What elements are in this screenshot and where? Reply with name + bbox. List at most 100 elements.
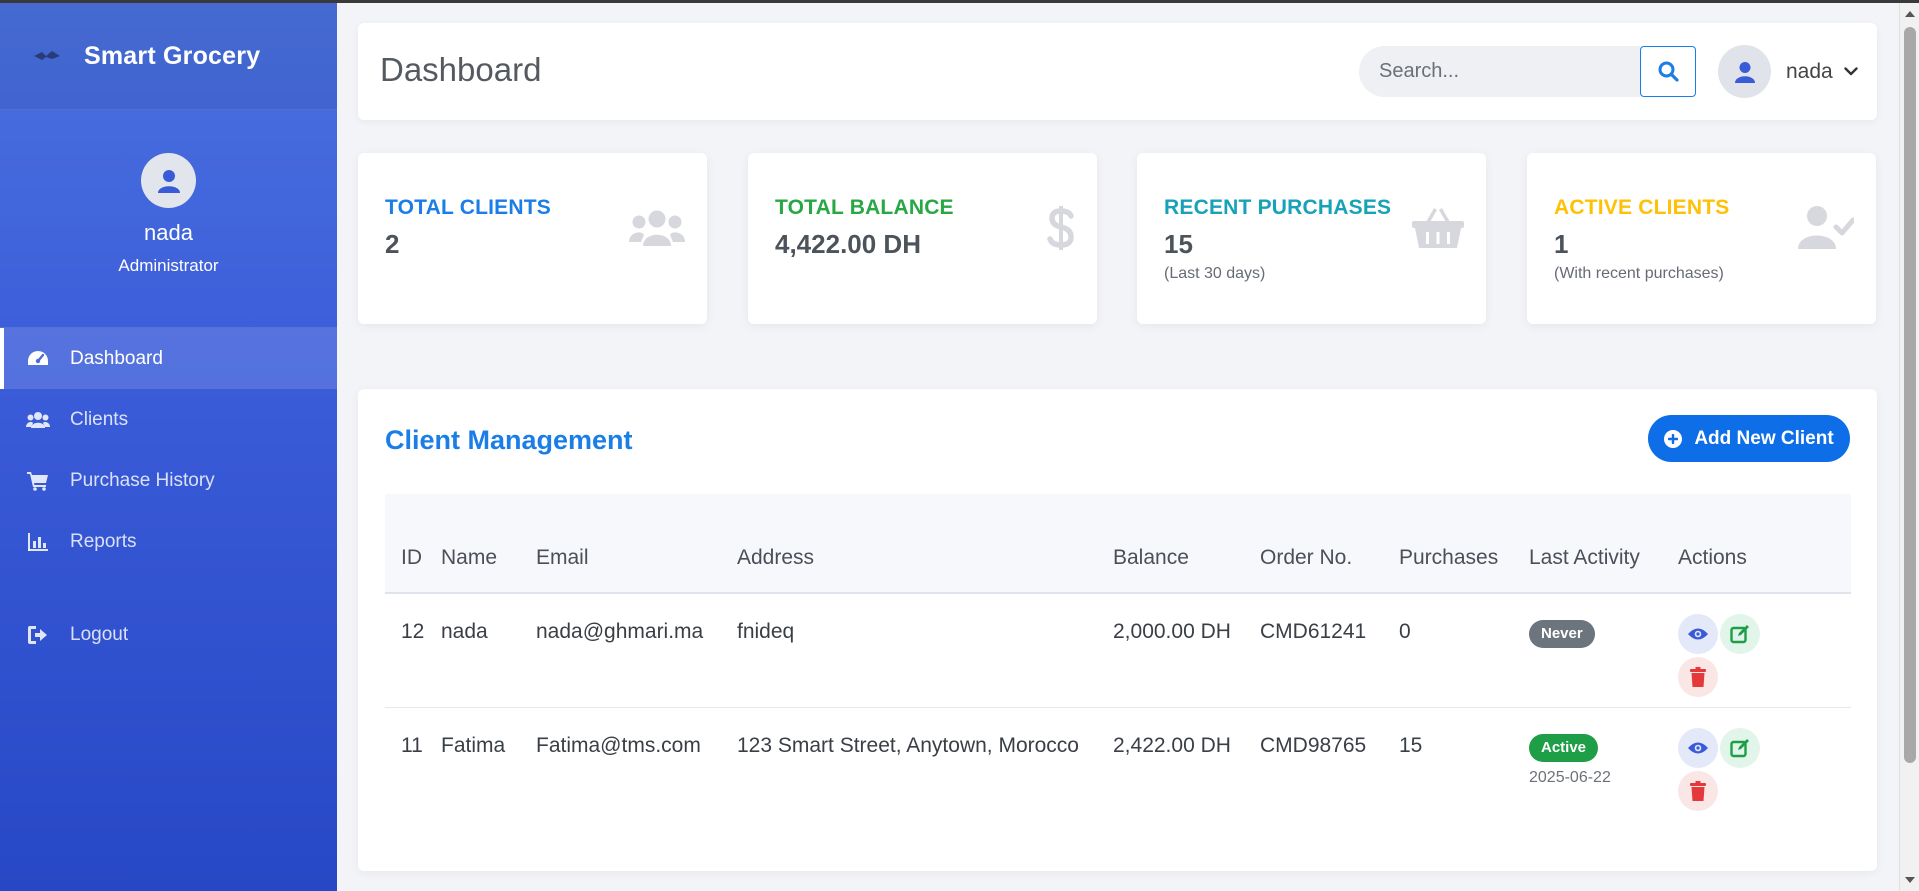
- column-header-purchases[interactable]: Purchases: [1399, 494, 1529, 594]
- sidebar-item-clients[interactable]: Clients: [0, 389, 337, 450]
- cell-id: 12: [385, 593, 441, 708]
- column-header-id[interactable]: ID: [385, 494, 441, 594]
- stat-card-total-balance: TOTAL BALANCE 4,422.00 DH: [748, 153, 1097, 324]
- cell-id: 11: [401, 733, 423, 757]
- chevron-down-icon: [1844, 67, 1858, 76]
- logo-icon: [30, 46, 64, 66]
- tachometer-icon: [26, 348, 50, 370]
- column-header-last-activity[interactable]: Last Activity: [1529, 494, 1678, 594]
- page-title: Dashboard: [380, 51, 542, 88]
- column-header-name[interactable]: Name: [441, 494, 536, 594]
- profile-role: Administrator: [118, 256, 219, 275]
- column-header-balance[interactable]: Balance: [1113, 494, 1260, 594]
- brand[interactable]: Smart Grocery: [0, 3, 337, 110]
- search-input[interactable]: [1359, 46, 1641, 97]
- brand-title: Smart Grocery: [84, 41, 261, 70]
- view-button[interactable]: [1678, 727, 1718, 768]
- trash-icon: [1690, 780, 1706, 801]
- stat-card-active-clients: ACTIVE CLIENTS 1 (With recent purchases): [1527, 153, 1876, 324]
- users-icon: [26, 409, 50, 431]
- clients-table: ID Name Email Address Balance Order No. …: [385, 494, 1851, 819]
- bar-chart-icon: [26, 531, 50, 553]
- cell-name: nada: [441, 593, 536, 708]
- stat-value: 1: [1554, 229, 1569, 259]
- page-scrollbar[interactable]: [1899, 3, 1919, 891]
- delete-button[interactable]: [1678, 770, 1718, 811]
- stat-card-recent-purchases: RECENT PURCHASES 15 (Last 30 days): [1137, 153, 1486, 324]
- column-header-actions: Actions: [1678, 494, 1851, 594]
- sidebar-item-label: Purchase History: [70, 469, 215, 491]
- last-activity-date: 2025-06-22: [1529, 768, 1611, 786]
- eye-icon: [1688, 628, 1708, 640]
- sidebar-item-label: Dashboard: [70, 347, 163, 369]
- sidebar-item-reports[interactable]: Reports: [0, 511, 337, 572]
- edit-button[interactable]: [1720, 614, 1760, 654]
- sidebar-profile: nada Administrator: [0, 110, 337, 328]
- column-header-email[interactable]: Email: [536, 494, 737, 594]
- search-button[interactable]: [1640, 46, 1696, 97]
- column-header-order-no[interactable]: Order No.: [1260, 494, 1399, 594]
- sidebar-item-logout[interactable]: Logout: [0, 604, 337, 665]
- add-new-client-button[interactable]: Add New Client: [1648, 415, 1850, 462]
- scroll-up-arrow-icon[interactable]: [1905, 11, 1915, 17]
- sidebar-nav: Dashboard Clients Purchase History Repor…: [0, 328, 337, 665]
- sidebar-item-label: Clients: [70, 408, 129, 430]
- trash-icon: [1690, 667, 1706, 687]
- search-icon: [1658, 61, 1679, 82]
- delete-button[interactable]: [1678, 657, 1718, 697]
- sidebar-item-purchase-history[interactable]: Purchase History: [0, 450, 337, 511]
- cell-purchases: 0: [1399, 593, 1529, 708]
- cell-order-no: CMD61241: [1260, 593, 1399, 708]
- table-header-row: ID Name Email Address Balance Order No. …: [385, 494, 1851, 594]
- stat-label: ACTIVE CLIENTS: [1554, 196, 1730, 219]
- cell-balance: 2,000.00 DH: [1113, 593, 1260, 708]
- status-badge: Active: [1529, 733, 1599, 762]
- sidebar: Smart Grocery nada Administrator Dashboa…: [0, 3, 337, 891]
- stat-label: RECENT PURCHASES: [1164, 196, 1392, 219]
- view-button[interactable]: [1678, 614, 1718, 654]
- cell-last-activity: Active 2025-06-22: [1529, 707, 1678, 819]
- stat-value: 2: [385, 229, 400, 259]
- stat-value: 15: [1164, 229, 1193, 259]
- shopping-cart-icon: [26, 470, 50, 492]
- avatar: [141, 153, 196, 208]
- cell-actions: [1678, 593, 1851, 708]
- stat-label: TOTAL BALANCE: [775, 196, 954, 219]
- cell-last-activity: Never: [1529, 593, 1678, 708]
- user-icon: [157, 169, 180, 193]
- table-row: 12 nada nada@ghmari.ma fnideq 2,000.00 D…: [385, 593, 1851, 708]
- scrollbar-thumb[interactable]: [1904, 27, 1916, 763]
- user-menu[interactable]: nada: [1718, 44, 1858, 99]
- edit-icon: [1730, 625, 1749, 644]
- window-top-border: [0, 0, 1919, 3]
- cell-email: nada@ghmari.ma: [536, 593, 737, 708]
- cell-email: Fatima@tms.com: [536, 733, 701, 757]
- sidebar-item-dashboard[interactable]: Dashboard: [0, 328, 337, 389]
- sidebar-item-label: Reports: [70, 530, 137, 552]
- stat-value: 4,422.00 DH: [775, 229, 921, 259]
- add-button-label: Add New Client: [1694, 427, 1834, 449]
- section-title: Client Management: [385, 425, 633, 455]
- status-badge: Never: [1529, 620, 1595, 648]
- basket-icon: [1404, 203, 1464, 253]
- top-header: Dashboard nada: [358, 23, 1877, 120]
- client-management-panel: Client Management Add New Client ID Name…: [358, 389, 1877, 871]
- user-name: nada: [1786, 59, 1833, 83]
- avatar: [1718, 45, 1771, 98]
- edit-icon: [1730, 738, 1749, 757]
- column-header-address[interactable]: Address: [737, 494, 1113, 594]
- cell-purchases: 15: [1399, 733, 1423, 757]
- stat-subtext: (Last 30 days): [1164, 265, 1266, 282]
- cell-balance: 2,422.00 DH: [1113, 733, 1231, 757]
- users-icon: [625, 203, 685, 253]
- sign-out-icon: [26, 624, 50, 646]
- table-row: 11 Fatima Fatima@tms.com 123 Smart Stree…: [385, 707, 1851, 819]
- profile-name: nada: [144, 220, 193, 245]
- stat-card-total-clients: TOTAL CLIENTS 2: [358, 153, 707, 324]
- cell-name: Fatima: [441, 733, 506, 757]
- user-check-icon: [1794, 203, 1854, 253]
- edit-button[interactable]: [1720, 727, 1760, 768]
- cell-order-no: CMD98765: [1260, 733, 1367, 757]
- scroll-down-arrow-icon[interactable]: [1905, 877, 1915, 883]
- plus-circle-icon: [1664, 429, 1683, 448]
